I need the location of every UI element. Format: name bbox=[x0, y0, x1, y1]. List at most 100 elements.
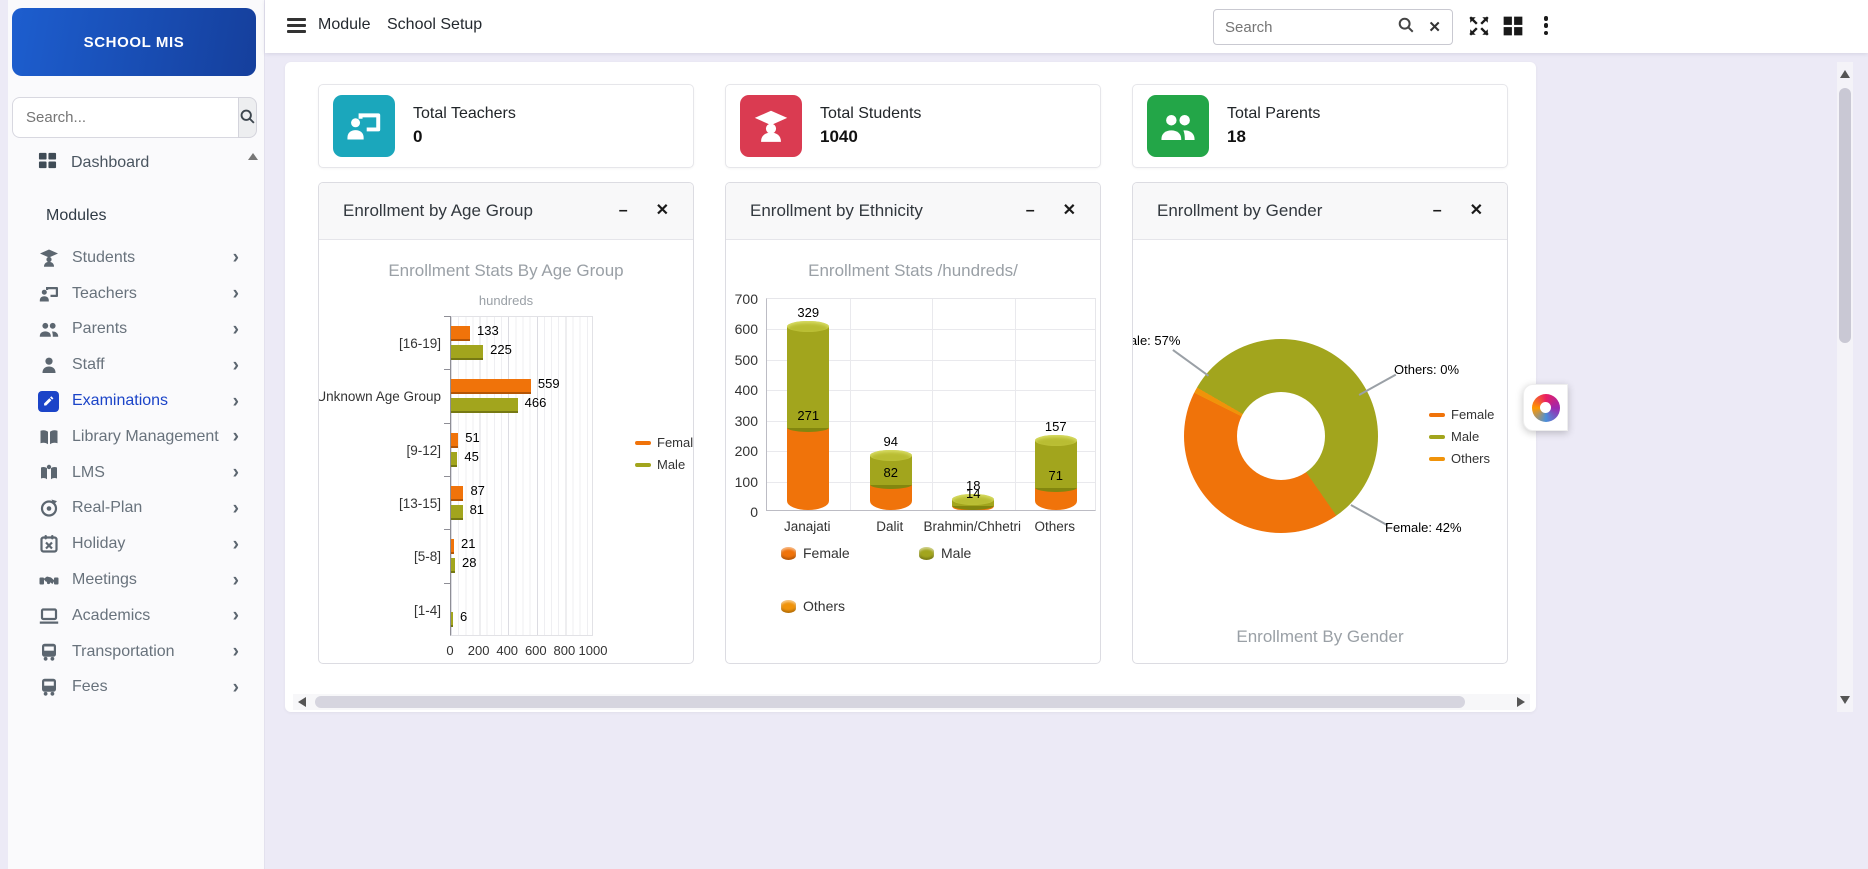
horizontal-scroll-thumb[interactable] bbox=[315, 696, 1465, 708]
sidebar-item-lms[interactable]: LMS› bbox=[8, 455, 265, 491]
parents-icon bbox=[38, 319, 59, 340]
bar-female bbox=[451, 486, 463, 501]
bar-value-label: 82 bbox=[870, 465, 912, 480]
callout-line bbox=[1173, 349, 1210, 376]
x-axis-tick-label: 200 bbox=[468, 643, 490, 658]
sidebar-item-library-management[interactable]: Library Management› bbox=[8, 419, 265, 455]
y-axis-tick-label: 0 bbox=[750, 504, 758, 520]
close-button[interactable]: ✕ bbox=[1063, 203, 1076, 219]
age-category-row: [5-8]2128 bbox=[451, 530, 592, 583]
legend-label: Others bbox=[803, 598, 845, 614]
grid-apps-icon[interactable] bbox=[1502, 15, 1524, 37]
legend-item-female: Female bbox=[1429, 407, 1494, 422]
sidebar-item-students[interactable]: Students› bbox=[8, 240, 265, 276]
sidebar-item-label: Examinations bbox=[72, 392, 168, 410]
kebab-menu-icon[interactable] bbox=[1542, 16, 1550, 38]
bar-male bbox=[451, 398, 518, 413]
minimize-button[interactable]: – bbox=[1433, 203, 1442, 219]
nav-school-setup[interactable]: School Setup bbox=[387, 16, 482, 34]
minimize-button[interactable]: – bbox=[619, 203, 628, 219]
sidebar-item-label: Teachers bbox=[72, 285, 137, 303]
panel-title: Enrollment by Gender bbox=[1157, 201, 1322, 221]
age-category-label: [1-4] bbox=[323, 584, 441, 637]
nav-module[interactable]: Module bbox=[318, 16, 370, 34]
fees-icon bbox=[38, 677, 59, 698]
bar-male bbox=[451, 612, 453, 627]
female-segment bbox=[787, 428, 829, 510]
sidebar-item-transportation[interactable]: Transportation› bbox=[8, 634, 265, 670]
minimize-button[interactable]: – bbox=[1026, 203, 1035, 219]
scroll-down-icon[interactable] bbox=[1840, 696, 1850, 704]
examinations-icon bbox=[38, 391, 59, 412]
legend-swatch bbox=[781, 547, 796, 560]
legend-item-male: Male bbox=[635, 457, 694, 472]
panel-enrollment-age-group: Enrollment by Age Group – ✕ Enrollment S… bbox=[318, 182, 694, 664]
sidebar-item-fees[interactable]: Fees › bbox=[8, 670, 265, 706]
x-axis-category-label: Dalit bbox=[876, 519, 903, 534]
sidebar-search-input[interactable] bbox=[12, 97, 238, 138]
chart-title: Enrollment Stats /hundreds/ bbox=[726, 261, 1100, 281]
sidebar-scroll-up-icon[interactable] bbox=[248, 153, 258, 160]
chevron-right-icon: › bbox=[233, 463, 239, 482]
legend-swatch bbox=[781, 600, 796, 613]
sidebar-item-real-plan[interactable]: Real-Plan› bbox=[8, 491, 265, 527]
vertical-scroll-thumb[interactable] bbox=[1839, 88, 1851, 343]
chevron-right-icon: › bbox=[233, 678, 239, 697]
search-icon[interactable] bbox=[1397, 16, 1415, 39]
age-category-row: [9-12]5145 bbox=[451, 424, 592, 477]
sidebar-item-meetings[interactable]: Meetings › bbox=[8, 562, 265, 598]
scroll-right-icon[interactable] bbox=[1517, 697, 1525, 707]
clear-search-icon[interactable]: ✕ bbox=[1428, 18, 1441, 36]
chevron-right-icon: › bbox=[233, 535, 239, 554]
vertical-scrollbar[interactable] bbox=[1837, 62, 1853, 712]
legend-swatch bbox=[919, 547, 934, 560]
panel-enrollment-gender: Enrollment by Gender – ✕ Male: 57% Other… bbox=[1132, 182, 1508, 664]
sidebar-item-examinations[interactable]: Examinations› bbox=[8, 383, 265, 419]
sidebar-item-dashboard[interactable]: Dashboard bbox=[38, 148, 149, 178]
horizontal-scrollbar[interactable] bbox=[293, 694, 1530, 710]
x-axis-tick-label: 800 bbox=[554, 643, 576, 658]
slice-label-female: Female: 42% bbox=[1385, 520, 1462, 535]
y-axis-tick-label: 400 bbox=[735, 382, 758, 398]
stat-card-students: Total Students 1040 bbox=[725, 84, 1101, 168]
slice-label-others: Others: 0% bbox=[1394, 362, 1459, 377]
floating-assistant-widget[interactable] bbox=[1523, 384, 1568, 431]
topbar-search-input[interactable] bbox=[1225, 19, 1397, 36]
chevron-right-icon: › bbox=[233, 571, 239, 590]
sidebar-item-staff[interactable]: Staff› bbox=[8, 347, 265, 383]
sidebar-item-holiday[interactable]: Holiday › bbox=[8, 526, 265, 562]
sidebar-item-label: Fees bbox=[72, 678, 108, 696]
close-button[interactable]: ✕ bbox=[656, 203, 669, 219]
sidebar-item-parents[interactable]: Parents› bbox=[8, 312, 265, 348]
sidebar-item-teachers[interactable]: Teachers› bbox=[8, 276, 265, 312]
callout-line bbox=[1351, 504, 1389, 526]
bar-value-label: 559 bbox=[538, 376, 560, 391]
x-axis-tick-label: 600 bbox=[525, 643, 547, 658]
sidebar-menu: Students›Teachers›Parents›Staff›Examinat… bbox=[8, 240, 265, 705]
sidebar-item-label: Holiday bbox=[72, 535, 125, 553]
bar-value-label: 51 bbox=[465, 430, 479, 445]
bar-value-label: 6 bbox=[460, 609, 467, 624]
chart-subtitle: hundreds bbox=[319, 293, 693, 308]
chevron-right-icon: › bbox=[233, 642, 239, 661]
page-left-gutter bbox=[0, 0, 8, 869]
legend-swatch bbox=[635, 441, 651, 445]
age-category-row: [16-19]133225 bbox=[451, 317, 592, 370]
bar-value-label: 14 bbox=[952, 486, 994, 501]
sidebar-item-academics[interactable]: Academics› bbox=[8, 598, 265, 634]
y-axis-tick-label: 500 bbox=[735, 352, 758, 368]
scroll-left-icon[interactable] bbox=[298, 697, 306, 707]
bar-male bbox=[451, 505, 463, 520]
sidebar-item-label: Meetings bbox=[72, 571, 137, 589]
modules-header: Modules bbox=[46, 207, 106, 225]
y-axis-tick-label: 600 bbox=[735, 321, 758, 337]
scroll-up-icon[interactable] bbox=[1840, 70, 1850, 78]
legend-item-others: Others bbox=[781, 598, 845, 614]
gridline bbox=[1015, 299, 1016, 510]
close-button[interactable]: ✕ bbox=[1470, 203, 1483, 219]
stacked-bar-janajati: 329271 bbox=[787, 313, 829, 510]
hamburger-menu-icon[interactable] bbox=[287, 18, 306, 37]
sidebar-item-label: Students bbox=[72, 249, 135, 267]
sidebar-search-button[interactable] bbox=[238, 97, 257, 138]
fullscreen-icon[interactable] bbox=[1468, 15, 1490, 37]
